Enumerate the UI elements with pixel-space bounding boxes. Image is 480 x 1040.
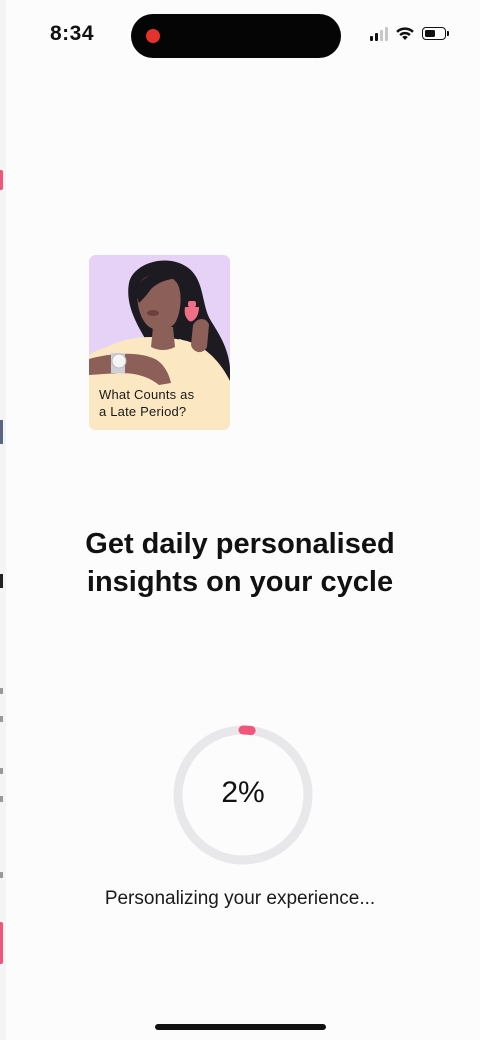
page-title-line: Get daily personalised bbox=[85, 528, 395, 560]
cellular-signal-icon bbox=[370, 26, 388, 41]
status-icons bbox=[370, 26, 449, 41]
page-title-line: insights on your cycle bbox=[86, 566, 394, 598]
home-indicator[interactable] bbox=[155, 1024, 326, 1030]
screen: 8:34 What Counts as a Late Period? Get d… bbox=[0, 0, 480, 1040]
edge-glyph bbox=[0, 420, 3, 444]
edge-glyph bbox=[0, 768, 3, 774]
article-card[interactable]: What Counts as a Late Period? bbox=[89, 255, 230, 430]
edge-glyph bbox=[0, 872, 3, 878]
edge-accent-mark bbox=[0, 170, 3, 190]
article-card-caption-line: What Counts as bbox=[99, 387, 195, 402]
progress-percent: 2% bbox=[221, 776, 265, 809]
battery-icon bbox=[422, 27, 449, 40]
progress-label: Personalizing your experience... bbox=[104, 888, 376, 909]
edge-glyph bbox=[0, 796, 3, 802]
edge-accent-mark bbox=[0, 922, 3, 964]
status-time: 8:34 bbox=[50, 22, 95, 45]
article-card-caption: What Counts as a Late Period? bbox=[99, 386, 224, 420]
edge-glyph bbox=[0, 574, 3, 588]
edge-glyph bbox=[0, 716, 3, 722]
status-bar: 8:34 bbox=[0, 0, 480, 70]
edge-glyph bbox=[0, 688, 3, 694]
article-card-caption-line: a Late Period? bbox=[99, 404, 187, 419]
dynamic-island bbox=[131, 14, 341, 58]
wifi-icon bbox=[396, 27, 414, 40]
previous-page-edge bbox=[0, 0, 6, 1040]
recording-dot-icon bbox=[146, 29, 160, 43]
page-title: Get daily personalised insights on your … bbox=[30, 525, 450, 601]
